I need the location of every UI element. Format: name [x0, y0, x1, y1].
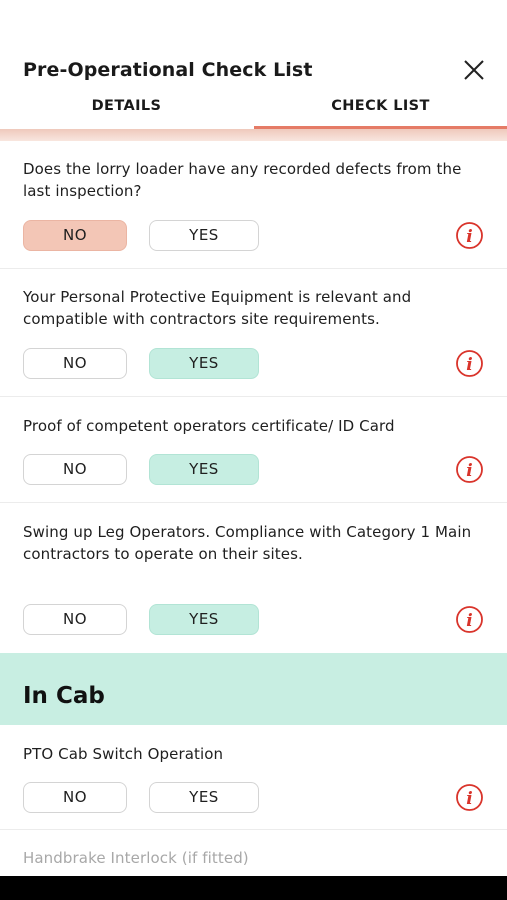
- section-header: In Cab: [0, 653, 507, 725]
- close-icon[interactable]: [460, 56, 488, 84]
- svg-text:i: i: [466, 227, 472, 247]
- question-text: Handbrake Interlock (if fitted): [23, 849, 249, 867]
- system-bottom-bar: [0, 876, 507, 900]
- yes-button[interactable]: YES: [149, 782, 259, 813]
- tab-details[interactable]: DETAILS: [0, 94, 253, 126]
- yes-button[interactable]: YES: [149, 348, 259, 379]
- no-button[interactable]: NO: [23, 604, 127, 635]
- yes-button[interactable]: YES: [149, 454, 259, 485]
- no-button[interactable]: NO: [23, 220, 127, 251]
- info-icon[interactable]: i: [455, 605, 484, 634]
- svg-text:i: i: [466, 789, 472, 809]
- svg-text:i: i: [466, 611, 472, 631]
- question-text: Proof of competent operators certificate…: [23, 417, 395, 435]
- no-button[interactable]: NO: [23, 454, 127, 485]
- question-item: Your Personal Protective Equipment is re…: [0, 269, 507, 397]
- yes-button[interactable]: YES: [149, 604, 259, 635]
- tab-check-list[interactable]: CHECK LIST: [254, 94, 507, 126]
- no-button[interactable]: NO: [23, 348, 127, 379]
- svg-text:i: i: [466, 355, 472, 375]
- info-icon[interactable]: i: [455, 455, 484, 484]
- question-text: PTO Cab Switch Operation: [23, 745, 224, 763]
- info-icon[interactable]: i: [455, 349, 484, 378]
- tab-bar: DETAILS CHECK LIST: [0, 94, 507, 130]
- question-item: Does the lorry loader have any recorded …: [0, 141, 507, 269]
- svg-text:i: i: [466, 461, 472, 481]
- page-title: Pre-Operational Check List: [23, 59, 313, 81]
- info-icon[interactable]: i: [455, 221, 484, 250]
- question-item: PTO Cab Switch Operation NO YES i: [0, 725, 507, 830]
- yes-button[interactable]: YES: [149, 220, 259, 251]
- header-shadow: [0, 129, 507, 141]
- question-text: Swing up Leg Operators. Compliance with …: [23, 523, 472, 563]
- header: Pre-Operational Check List DETAILS CHECK…: [0, 0, 507, 130]
- question-item: Proof of competent operators certificate…: [0, 397, 507, 503]
- question-item: Swing up Leg Operators. Compliance with …: [0, 503, 507, 653]
- section-title: In Cab: [23, 683, 105, 709]
- question-text: Does the lorry loader have any recorded …: [23, 160, 462, 200]
- question-text: Your Personal Protective Equipment is re…: [23, 288, 412, 328]
- info-icon[interactable]: i: [455, 783, 484, 812]
- no-button[interactable]: NO: [23, 782, 127, 813]
